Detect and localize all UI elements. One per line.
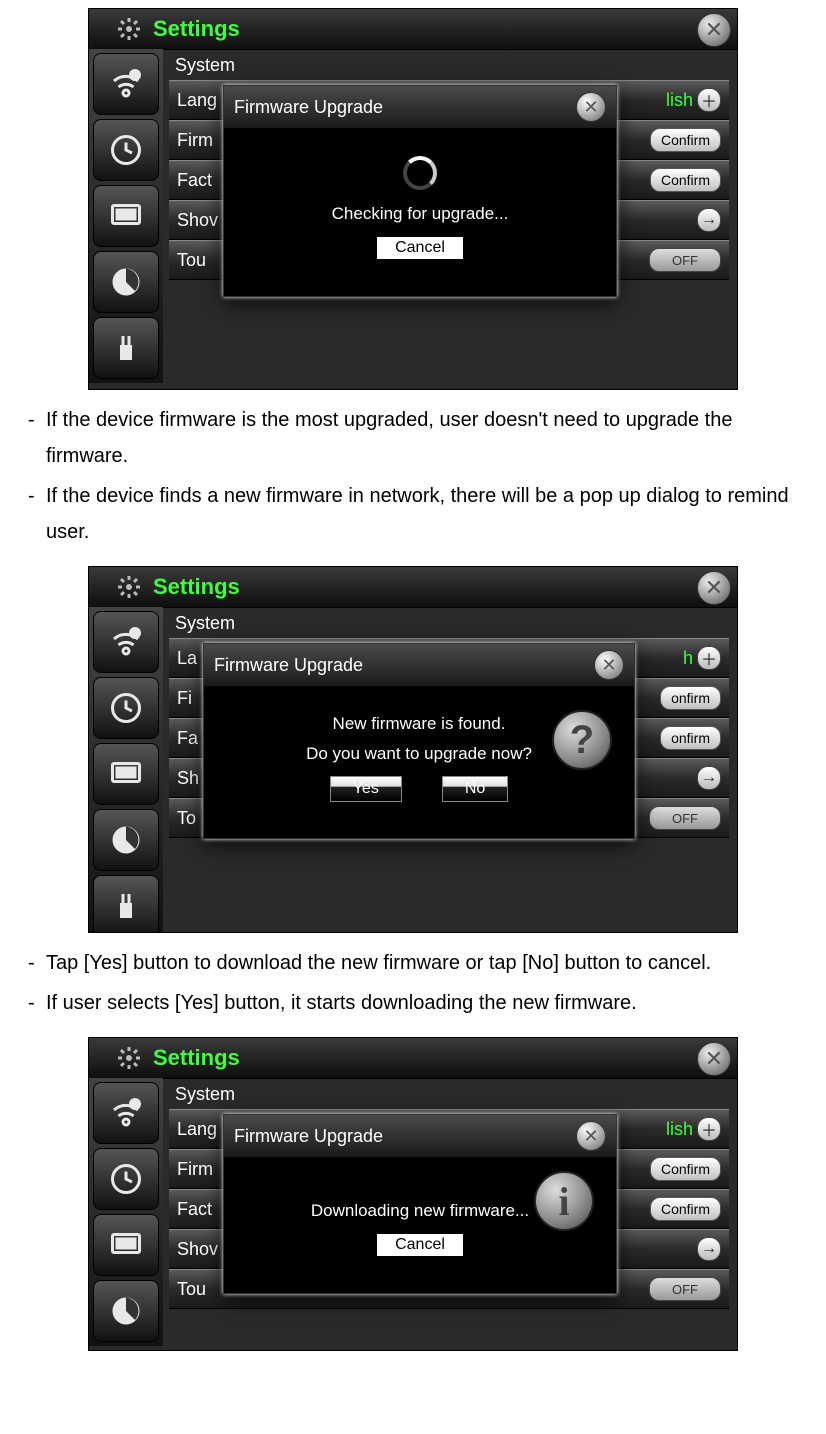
confirm-button[interactable]: Confirm [650,1157,721,1181]
gear-icon [117,1046,141,1070]
sidebar-storage[interactable] [93,809,159,871]
titlebar: Settings ✕ [89,9,737,50]
system-label: System [175,55,729,76]
gear-icon [117,575,141,599]
modal-close-icon[interactable]: ✕ [576,92,606,122]
spinner-icon [403,156,437,190]
doc-paragraph-1: -If the device firmware is the most upgr… [0,398,826,558]
firmware-upgrade-modal: Firmware Upgrade✕ i Downloading new firm… [223,1114,617,1294]
close-icon[interactable]: ✕ [697,571,731,605]
screenshot-checking: Settings ✕ System Langlish＋ FirmConfirm … [0,8,826,390]
sidebar-storage[interactable] [93,1280,159,1342]
sidebar [89,49,163,383]
system-label: System [175,1084,729,1105]
sidebar [89,607,163,933]
sidebar-clock[interactable] [93,677,159,739]
screenshot-found: Settings ✕ System Lah＋ Fionfirm Faonfirm… [0,566,826,933]
device-screen: Settings ✕ System Langlish＋ FirmConfirm … [88,1037,738,1351]
off-toggle[interactable]: OFF [649,1277,721,1301]
sidebar-storage[interactable] [93,251,159,313]
modal-body: Checking for upgrade... Cancel [224,128,616,278]
sidebar-clock[interactable] [93,1148,159,1210]
arrow-right-icon[interactable]: → [697,766,721,790]
device-screen: Settings ✕ System Langlish＋ FirmConfirm … [88,8,738,390]
plus-icon[interactable]: ＋ [697,1117,721,1141]
system-label: System [175,613,729,634]
no-button[interactable]: No [442,776,508,802]
close-icon[interactable]: ✕ [697,13,731,47]
confirm-button[interactable]: Confirm [650,1197,721,1221]
firmware-upgrade-modal: Firmware Upgrade✕ Checking for upgrade..… [223,85,617,297]
confirm-button[interactable]: Confirm [650,168,721,192]
arrow-right-icon[interactable]: → [697,208,721,232]
close-icon[interactable]: ✕ [697,1042,731,1076]
plus-icon[interactable]: ＋ [697,646,721,670]
sidebar-wifi[interactable] [93,611,159,673]
settings-title: Settings [153,574,240,600]
sidebar-display[interactable] [93,743,159,805]
modal-close-icon[interactable]: ✕ [594,650,624,680]
doc-paragraph-2: -Tap [Yes] button to download the new fi… [0,941,826,1029]
cancel-button[interactable]: Cancel [376,236,464,260]
confirm-button[interactable]: Confirm [650,128,721,152]
sidebar-wifi[interactable] [93,53,159,115]
modal-title: Firmware Upgrade✕ [204,644,634,686]
sidebar-clock[interactable] [93,119,159,181]
off-toggle[interactable]: OFF [649,806,721,830]
plus-icon[interactable]: ＋ [697,88,721,112]
settings-title: Settings [153,1045,240,1071]
settings-title: Settings [153,16,240,42]
modal-body: i Downloading new firmware... Cancel [224,1157,616,1275]
question-icon: ? [552,710,612,770]
arrow-right-icon[interactable]: → [697,1237,721,1261]
modal-body: ? New firmware is found. Do you want to … [204,686,634,820]
modal-title: Firmware Upgrade✕ [224,86,616,128]
cancel-button[interactable]: Cancel [376,1233,464,1257]
titlebar: Settings ✕ [89,1038,737,1079]
gear-icon [117,17,141,41]
modal-title: Firmware Upgrade✕ [224,1115,616,1157]
yes-button[interactable]: Yes [330,776,402,802]
confirm-button[interactable]: onfirm [660,726,721,750]
sidebar-power[interactable] [93,875,159,933]
titlebar: Settings ✕ [89,567,737,608]
sidebar-wifi[interactable] [93,1082,159,1144]
modal-close-icon[interactable]: ✕ [576,1121,606,1151]
sidebar [89,1078,163,1346]
firmware-upgrade-modal: Firmware Upgrade✕ ? New firmware is foun… [203,643,635,839]
device-screen: Settings ✕ System Lah＋ Fionfirm Faonfirm… [88,566,738,933]
sidebar-display[interactable] [93,1214,159,1276]
modal-message: Checking for upgrade... [244,204,596,224]
sidebar-power[interactable] [93,317,159,379]
off-toggle[interactable]: OFF [649,248,721,272]
confirm-button[interactable]: onfirm [660,686,721,710]
screenshot-downloading: Settings ✕ System Langlish＋ FirmConfirm … [0,1037,826,1351]
sidebar-display[interactable] [93,185,159,247]
info-icon: i [534,1171,594,1231]
